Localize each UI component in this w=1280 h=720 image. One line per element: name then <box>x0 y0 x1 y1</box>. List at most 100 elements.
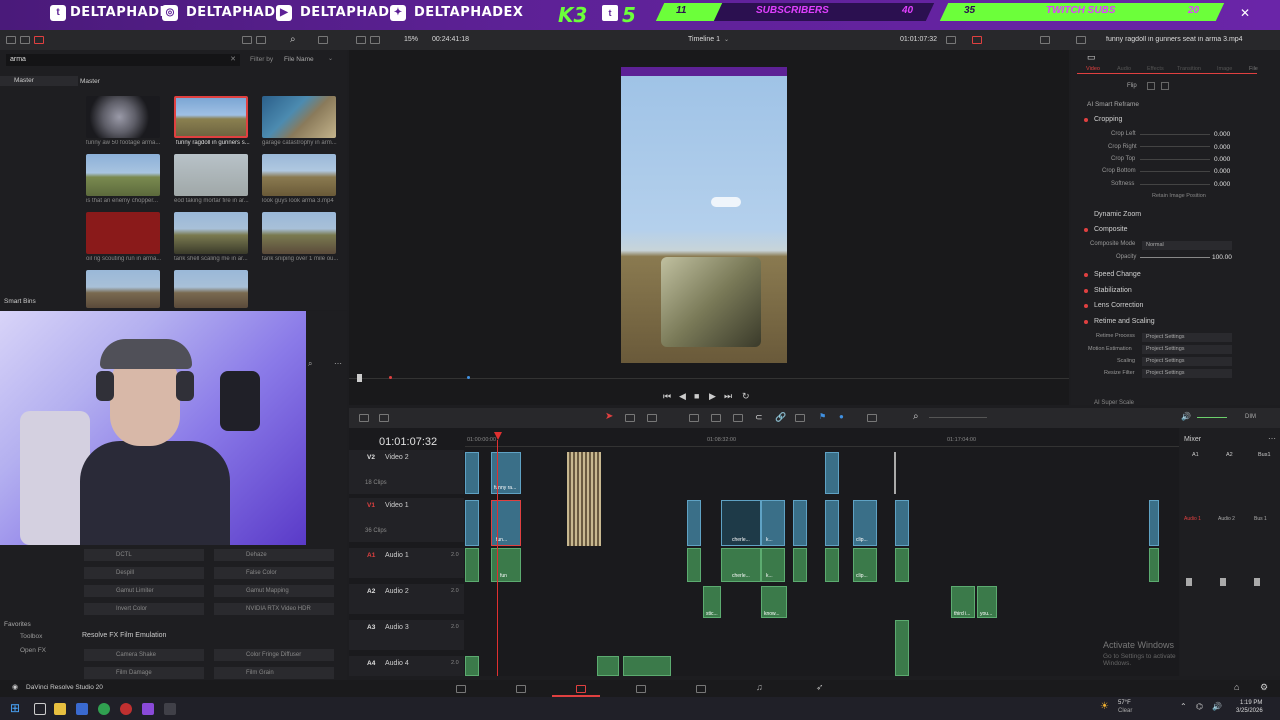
audio-clip[interactable] <box>597 656 619 676</box>
viewer-mode-icon[interactable] <box>356 36 366 44</box>
chevron-down-icon[interactable]: ⌄ <box>724 36 729 43</box>
cut-page-icon[interactable] <box>516 685 526 693</box>
search-icon[interactable]: ⌕ <box>308 359 312 369</box>
clip-thumbnail[interactable] <box>262 154 336 196</box>
chrome-icon[interactable] <box>98 703 110 715</box>
zoom-search-icon[interactable]: ⌕ <box>913 411 919 422</box>
list-view-icon[interactable] <box>242 36 252 44</box>
lock-icon[interactable] <box>795 414 805 422</box>
audio-clip[interactable]: clip... <box>853 548 877 582</box>
home-icon[interactable]: ⌂ <box>1234 682 1239 692</box>
insert-icon[interactable] <box>689 414 699 422</box>
audio-clip[interactable] <box>465 656 479 676</box>
audio-clip[interactable] <box>825 548 839 582</box>
effect-film-damage[interactable]: Film Damage <box>84 667 204 679</box>
audio-clip[interactable]: cherle... <box>721 548 761 582</box>
softness-slider[interactable] <box>1140 184 1210 185</box>
effect-invert-color[interactable]: Invert Color <box>84 603 204 615</box>
tab-transition[interactable]: Transition <box>1177 66 1201 72</box>
blade-tool-icon[interactable] <box>647 414 657 422</box>
crop-left-value[interactable]: 0.000 <box>1214 131 1230 138</box>
tray-chevron-icon[interactable]: ⌃ <box>1180 702 1187 711</box>
skip-end-icon[interactable]: ⏭ <box>724 391 732 402</box>
audio-clip[interactable] <box>1149 548 1159 582</box>
fader-a1[interactable] <box>1186 578 1192 586</box>
skip-start-icon[interactable]: ⏮ <box>663 391 671 402</box>
timeline-clip[interactable]: cherle... <box>721 500 761 546</box>
tab-file[interactable]: File <box>1249 66 1258 72</box>
audio-clip[interactable] <box>465 548 479 582</box>
snapping-icon[interactable]: ⊂ <box>755 412 763 423</box>
audio-clip[interactable]: know... <box>761 586 787 618</box>
flip-horizontal-icon[interactable] <box>1147 82 1155 90</box>
mixer-channel-a2[interactable]: Audio 2 <box>1218 516 1235 522</box>
ai-super-scale-heading[interactable]: AI Super Scale <box>1094 400 1134 406</box>
audio-clip[interactable] <box>895 548 909 582</box>
search-icon[interactable]: ⌕ <box>290 34 296 45</box>
enable-stabilization[interactable] <box>1084 289 1088 293</box>
crop-right-slider[interactable] <box>1140 146 1210 147</box>
audio-clip[interactable] <box>623 656 671 676</box>
audio-clip[interactable]: stic... <box>703 586 721 618</box>
file-explorer-icon[interactable] <box>54 703 66 715</box>
effect-gamut-mapping[interactable]: Gamut Mapping <box>214 585 334 597</box>
scrubber-handle[interactable] <box>357 374 362 382</box>
task-view-icon[interactable] <box>34 703 46 715</box>
dim-button[interactable]: DIM <box>1245 414 1256 420</box>
effect-nvidia-rtx[interactable]: NVIDIA RTX Video HDR <box>214 603 334 615</box>
more-options-icon[interactable]: ⋯ <box>1268 434 1276 443</box>
effect-despill[interactable]: Despill <box>84 567 204 579</box>
play-reverse-icon[interactable]: ◀ <box>679 391 686 402</box>
clip-thumbnail[interactable] <box>86 154 160 196</box>
composite-heading[interactable]: Composite <box>1094 226 1127 233</box>
tab-effects[interactable]: Effects <box>1147 66 1164 72</box>
composite-mode-dropdown[interactable]: Normal <box>1142 241 1232 250</box>
crop-bottom-value[interactable]: 0.000 <box>1214 168 1230 175</box>
resolve-task-icon[interactable] <box>164 703 176 715</box>
chevron-down-icon[interactable]: ⌄ <box>328 55 333 62</box>
smart-bins-label[interactable]: Smart Bins <box>4 298 36 305</box>
motion-estimation-dropdown[interactable]: Project Settings <box>1142 345 1232 354</box>
clip-thumbnail[interactable] <box>174 154 248 196</box>
replace-icon[interactable] <box>733 414 743 422</box>
fullscreen-icon[interactable] <box>946 36 956 44</box>
clip-thumbnail[interactable] <box>86 96 160 138</box>
clip-thumbnail[interactable] <box>86 212 160 254</box>
video-tab-icon[interactable]: ▭ <box>1087 52 1096 63</box>
timeline-clip[interactable] <box>1149 500 1159 546</box>
snap-icon[interactable] <box>379 414 389 422</box>
enable-retime-scaling[interactable] <box>1084 320 1088 324</box>
filter-dropdown[interactable]: File Name <box>284 56 314 63</box>
open-fx-item[interactable]: Open FX <box>20 647 46 654</box>
speaker-icon[interactable]: 🔊 <box>1181 412 1191 421</box>
tab-video[interactable]: Video <box>1086 66 1100 72</box>
effect-false-color[interactable]: False Color <box>214 567 334 579</box>
viewer-layout-icon[interactable] <box>370 36 380 44</box>
overwrite-icon[interactable] <box>711 414 721 422</box>
viewer-frame[interactable] <box>621 67 787 363</box>
track-header-v2[interactable]: V2 Video 2 18 Clips <box>349 450 464 494</box>
link-icon[interactable]: 🔗 <box>775 412 786 423</box>
timeline-clip[interactable]: k... <box>761 500 785 546</box>
opacity-slider[interactable] <box>1140 257 1210 258</box>
enable-composite[interactable] <box>1084 228 1088 232</box>
track-header-a2[interactable]: A2 Audio 2 2.0 <box>349 584 464 614</box>
track-header-v1[interactable]: V1 Video 1 36 Clips <box>349 498 464 542</box>
timeline-clip[interactable]: funny ra... <box>491 452 521 494</box>
inspector-toggle-icon[interactable] <box>1076 36 1086 44</box>
timeline-options-icon[interactable] <box>359 414 369 422</box>
timeline-clip[interactable] <box>793 500 807 546</box>
fusion-page-icon[interactable] <box>636 685 646 693</box>
settings-gear-icon[interactable]: ⚙ <box>1260 682 1268 693</box>
timeline-clip[interactable] <box>895 500 909 546</box>
edit-page-icon[interactable] <box>576 685 586 693</box>
grid-view-icon[interactable] <box>256 36 266 44</box>
timeline-clip[interactable] <box>465 452 479 494</box>
volume-icon[interactable]: 🔊 <box>1212 702 1222 711</box>
retain-image-position[interactable]: Retain Image Position <box>1152 193 1206 199</box>
clear-search-icon[interactable]: ✕ <box>230 55 236 63</box>
timeline-clip-stack[interactable] <box>567 452 601 546</box>
crop-top-value[interactable]: 0.000 <box>1214 156 1230 163</box>
record-icon[interactable] <box>34 36 44 44</box>
timeline-clip[interactable] <box>465 500 479 546</box>
